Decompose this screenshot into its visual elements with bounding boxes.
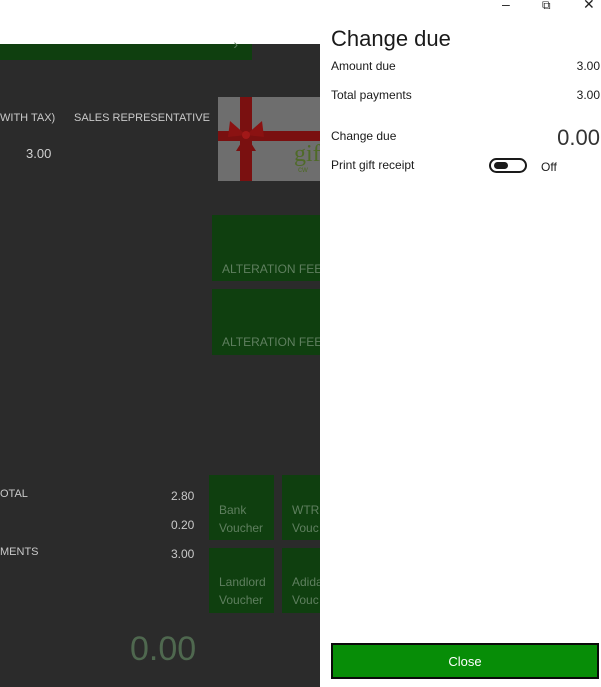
gift-image-text: gift	[294, 141, 320, 167]
gift-card-image: gift cw	[218, 97, 320, 181]
payment-tile-line2: Voucher	[219, 593, 264, 607]
summary-value-tax: 0.20	[171, 518, 195, 532]
chevron-right-icon: ›	[233, 36, 238, 52]
payment-tile-adidas-voucher[interactable]: Adida Vouc	[282, 548, 320, 613]
dialog-title: Change due	[331, 26, 451, 51]
payment-tile-landlord-voucher[interactable]: Landlord Voucher	[209, 548, 274, 613]
background-pos-screen: › WITH TAX) SALES REPRESENTATIVE 3.00 gi…	[0, 0, 320, 687]
column-header-sales-representative: SALES REPRESENTATIVE	[74, 112, 210, 124]
payment-tile-line1: WTR	[292, 503, 320, 517]
payment-tile-bank-voucher[interactable]: Bank Voucher	[209, 475, 274, 540]
gift-bow-icon	[228, 121, 264, 151]
product-tile-label: ALTERATION FEE	[222, 262, 320, 276]
restore-icon[interactable]: ⧉	[542, 0, 551, 12]
total-payments-value: 3.00	[576, 88, 600, 102]
close-button[interactable]: Close	[331, 643, 599, 679]
payment-tile-line2: Vouc	[292, 521, 319, 535]
amount-due-label: Amount due	[331, 59, 396, 73]
change-due-value: 0.00	[557, 125, 600, 150]
amount-due-display: 0.00	[130, 630, 197, 668]
print-gift-receipt-state: Off	[541, 160, 557, 174]
summary-value-payments: 3.00	[171, 547, 195, 561]
background-search-bar: ›	[0, 36, 252, 60]
print-gift-receipt-toggle[interactable]	[489, 158, 527, 173]
close-icon[interactable]: ✕	[583, 0, 595, 11]
change-due-label: Change due	[331, 129, 397, 143]
minimize-icon[interactable]: –	[502, 0, 510, 11]
total-payments-label: Total payments	[331, 88, 412, 102]
payment-tile-wtr-voucher[interactable]: WTR Vouc	[282, 475, 320, 540]
change-due-dialog: – ⧉ ✕ Change due Amount due 3.00 Total p…	[320, 0, 601, 687]
print-gift-receipt-label: Print gift receipt	[331, 158, 415, 172]
payment-tile-line1: Bank	[219, 503, 247, 517]
column-header-total-with-tax: WITH TAX)	[0, 112, 56, 124]
payment-tile-line2: Voucher	[219, 521, 264, 535]
payment-tile-line2: Vouc	[292, 593, 319, 607]
summary-label-subtotal: OTAL	[0, 488, 28, 500]
payment-tile-line1: Adida	[292, 575, 320, 589]
product-tile-label: ALTERATION FEE	[222, 335, 320, 349]
summary-label-payments: MENTS	[0, 546, 39, 558]
gift-image-subtext: cw	[298, 165, 308, 174]
toggle-knob	[494, 162, 508, 169]
amount-due-value: 3.00	[576, 59, 600, 73]
product-tile-alteration-fee-1[interactable]: ALTERATION FEE	[212, 215, 320, 281]
summary-value-subtotal: 2.80	[171, 489, 195, 503]
product-tile-alteration-fee-2[interactable]: ALTERATION FEE	[212, 289, 320, 355]
payment-tile-line1: Landlord	[219, 575, 266, 589]
background-top-strip	[0, 0, 320, 44]
line-item-amount: 3.00	[26, 146, 52, 161]
